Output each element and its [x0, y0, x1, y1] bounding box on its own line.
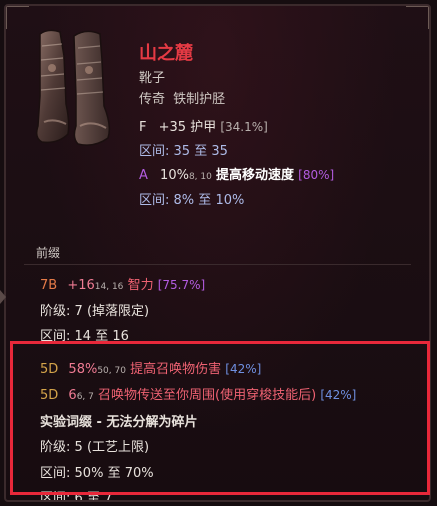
range-low: 35 [173, 144, 191, 159]
range-low: 14 [74, 329, 92, 344]
corner-ornament [6, 6, 29, 29]
intelligence-affix: 7B +1614, 16 智力 [75.7%] [40, 274, 205, 293]
range-high: 10% [215, 193, 245, 208]
tier-value: 5 [74, 440, 83, 455]
item-tooltip-panel: 山之麓 靴子 传奇 铁制护胫 F +35 护甲 [34.1%] 区间: 35 至… [4, 4, 431, 502]
affix-sub-range: 50, 70 [97, 366, 126, 376]
tier-note: (掉落限定) [86, 304, 150, 319]
armor-value: +35 护甲 [158, 120, 217, 135]
affix-tag: 5D [40, 388, 59, 403]
experimental-note: 实验词缀 - 无法分解为碎片 [40, 415, 198, 430]
minion-teleport-range: 区间: 6 至 7 [40, 487, 113, 502]
item-type: 靴子 [139, 71, 166, 86]
tier-value: 7 [74, 304, 83, 319]
armor-range: 区间: 35 至 35 [139, 140, 228, 159]
range-low: 6 [74, 491, 83, 502]
affix-sub-range: 14, 16 [94, 282, 124, 292]
range-label: 区间: [40, 466, 71, 481]
affix-sub-range: 6, 7 [76, 392, 94, 402]
affix-value: 6 [68, 388, 77, 403]
move-speed-range: 区间: 8% 至 10% [139, 189, 244, 208]
range-high: 35 [211, 144, 228, 159]
affix-tag: 5D [40, 362, 59, 377]
affix-value: +16 [67, 278, 95, 293]
range-high: 16 [112, 329, 129, 344]
range-sep: 至 [86, 491, 100, 502]
tier-note: (工艺上限) [86, 440, 150, 455]
affix-tag: 7B [40, 278, 58, 293]
affix-tag: F [139, 120, 147, 135]
item-name: 山之麓 [139, 43, 193, 64]
side-arrow-icon [0, 290, 6, 304]
range-high: 7 [104, 491, 113, 502]
affix-text: 智力 [127, 278, 154, 293]
affix-value: 10% [160, 168, 189, 183]
range-label: 区间: [139, 144, 170, 159]
affix-value: 58% [68, 362, 98, 377]
armor-stat: F +35 护甲 [34.1%] [139, 116, 268, 135]
range-low: 8% [173, 193, 195, 208]
intelligence-tier: 阶级: 7 (掉落限定) [40, 300, 149, 319]
roll-percent: [75.7%] [157, 278, 206, 292]
range-label: 区间: [139, 193, 170, 208]
section-divider [24, 264, 411, 265]
affix-text: 提高移动速度 [216, 168, 295, 183]
minion-damage-affix: 5D 58%50, 70 提高召唤物伤害 [42%] [40, 358, 261, 377]
range-sep: 至 [198, 193, 212, 208]
affix-text: 提高召唤物伤害 [130, 362, 222, 377]
item-rarity: 传奇 铁制护胫 [139, 92, 226, 107]
range-sep: 至 [107, 466, 121, 481]
roll-percent: [42%] [225, 362, 262, 376]
affix-sub-range: 8, 10 [188, 172, 212, 182]
roll-percent: [42%] [320, 388, 357, 402]
experimental-tier: 阶级: 5 (工艺上限) [40, 436, 149, 455]
range-low: 50% [74, 466, 104, 481]
range-high: 70% [124, 466, 154, 481]
intelligence-range: 区间: 14 至 16 [40, 325, 129, 344]
range-sep: 至 [194, 144, 208, 159]
corner-ornament [406, 6, 429, 29]
minion-teleport-affix: 5D 66, 7 召唤物传送至你周围(使用穿梭技能后) [42%] [40, 384, 356, 403]
minion-damage-range: 区间: 50% 至 70% [40, 462, 154, 481]
prefix-section-title: 前缀 [36, 246, 61, 260]
tier-label: 阶级: [40, 304, 71, 319]
range-sep: 至 [95, 329, 109, 344]
tier-label: 阶级: [40, 440, 71, 455]
range-label: 区间: [40, 329, 71, 344]
affix-text: 召唤物传送至你周围(使用穿梭技能后) [98, 388, 317, 403]
boots-icon [35, 29, 111, 146]
roll-percent: [34.1%] [220, 120, 268, 134]
move-speed-affix: A 10%8, 10 提高移动速度 [80%] [139, 164, 334, 183]
roll-percent: [80%] [298, 168, 335, 182]
affix-tag: A [139, 168, 148, 183]
range-label: 区间: [40, 491, 71, 502]
